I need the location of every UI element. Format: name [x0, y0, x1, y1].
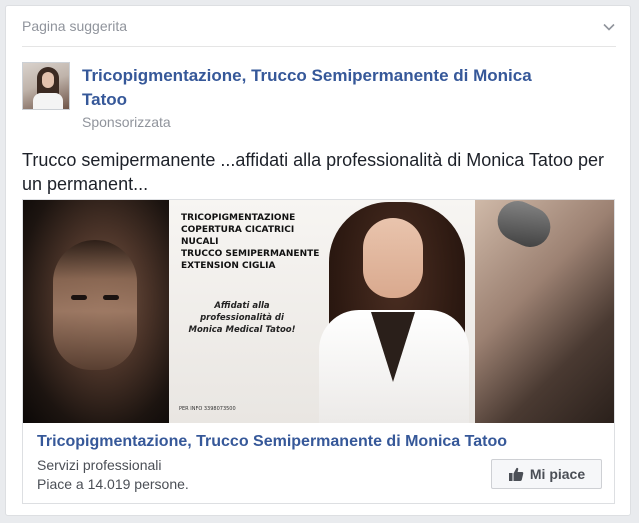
- ad-image-man-photo: [23, 200, 169, 423]
- page-avatar[interactable]: [22, 62, 70, 110]
- ad-category: Servizi professionali: [37, 457, 162, 473]
- ad-image-tattoo-photo: [475, 200, 614, 423]
- post-text: Trucco semipermanente ...affidati alla p…: [22, 150, 604, 194]
- chevron-down-icon[interactable]: [602, 20, 616, 34]
- ad-likes-count: Piace a 14.019 persone.: [37, 476, 189, 492]
- ad-image-text-line: Copertura cicatrici nucali: [181, 225, 295, 247]
- ad-image-tagline: Affidati alla professionalità di Monica …: [188, 301, 296, 335]
- ad-image-text-line: Tricopigmentazione: [181, 213, 296, 223]
- sponsored-label[interactable]: Sponsorizzata: [82, 112, 171, 132]
- suggested-page-card: Pagina suggerita Tricopigmentazione, Tru…: [5, 5, 631, 516]
- page-row: Tricopigmentazione, Trucco Semipermanent…: [22, 62, 614, 132]
- ad-attachment: Tricopigmentazione Copertura cicatrici n…: [22, 199, 615, 504]
- ad-image-text-line: Extension ciglia: [181, 261, 276, 271]
- card-header-title: Pagina suggerita: [22, 18, 128, 34]
- thumbs-up-icon: [508, 467, 524, 481]
- ad-image[interactable]: Tricopigmentazione Copertura cicatrici n…: [23, 200, 614, 423]
- ad-image-contact: PER INFO 3398073500: [179, 406, 236, 412]
- ad-image-text-line: Trucco semipermanente: [181, 249, 320, 259]
- like-page-button[interactable]: Mi piace: [491, 459, 602, 489]
- ad-image-services-text: Tricopigmentazione Copertura cicatrici n…: [181, 212, 331, 272]
- ad-footer: Tricopigmentazione, Trucco Semipermanent…: [23, 423, 614, 503]
- page-name-link[interactable]: Tricopigmentazione, Trucco Semipermanent…: [82, 64, 562, 112]
- like-button-label: Mi piace: [529, 466, 586, 482]
- ad-image-woman-photo: Tricopigmentazione Copertura cicatrici n…: [169, 200, 475, 423]
- card-header: Pagina suggerita: [22, 16, 616, 47]
- ad-title-link[interactable]: Tricopigmentazione, Trucco Semipermanent…: [37, 431, 507, 453]
